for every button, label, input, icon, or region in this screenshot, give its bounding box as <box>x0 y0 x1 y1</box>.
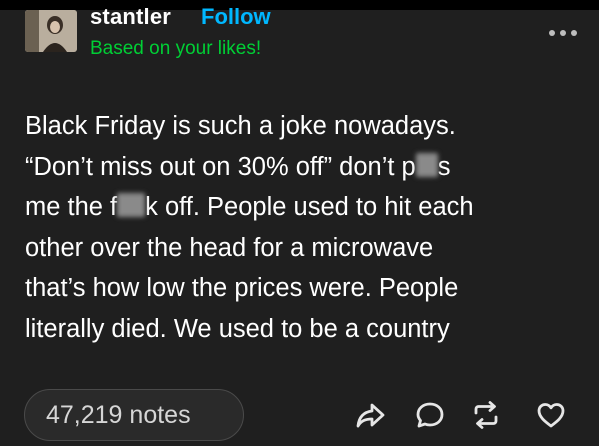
share-icon[interactable] <box>353 398 387 432</box>
post-line: Black Friday is such a joke nowadays. <box>25 112 456 140</box>
avatar-photo-icon <box>25 10 77 52</box>
follow-button[interactable]: Follow <box>201 4 271 30</box>
more-horizontal-icon[interactable] <box>548 28 578 38</box>
post-line: literally died. We used to be a country <box>25 314 450 343</box>
post-line-text: k off. People used to hit each <box>145 193 474 221</box>
post-line-text: “Don’t miss out on 30% off” don’t p <box>25 152 416 181</box>
post-line: “Don’t miss out on 30% off” don’t p s <box>25 147 585 188</box>
avatar[interactable] <box>25 10 77 52</box>
censor-blur <box>117 193 146 218</box>
notes-button[interactable]: 47,219 notes <box>24 389 244 441</box>
post-text: Black Friday is such a joke nowadays. “D… <box>25 106 585 349</box>
notes-count: 47,219 notes <box>46 401 191 429</box>
username[interactable]: stantler <box>90 4 171 30</box>
like-icon[interactable] <box>534 398 568 432</box>
censor-blur <box>415 152 438 177</box>
reblog-icon[interactable] <box>469 398 503 432</box>
post-line: that’s how low the prices were. People <box>25 274 459 302</box>
post-line: me the f k off. People used to hit each <box>25 187 585 228</box>
recommendation-reason: Based on your likes! <box>90 38 262 59</box>
post-line: other over the head for a microwave <box>25 233 434 262</box>
reply-icon[interactable] <box>413 398 447 432</box>
post-line-text: s <box>437 152 451 181</box>
post-line-text: me the f <box>25 193 118 221</box>
